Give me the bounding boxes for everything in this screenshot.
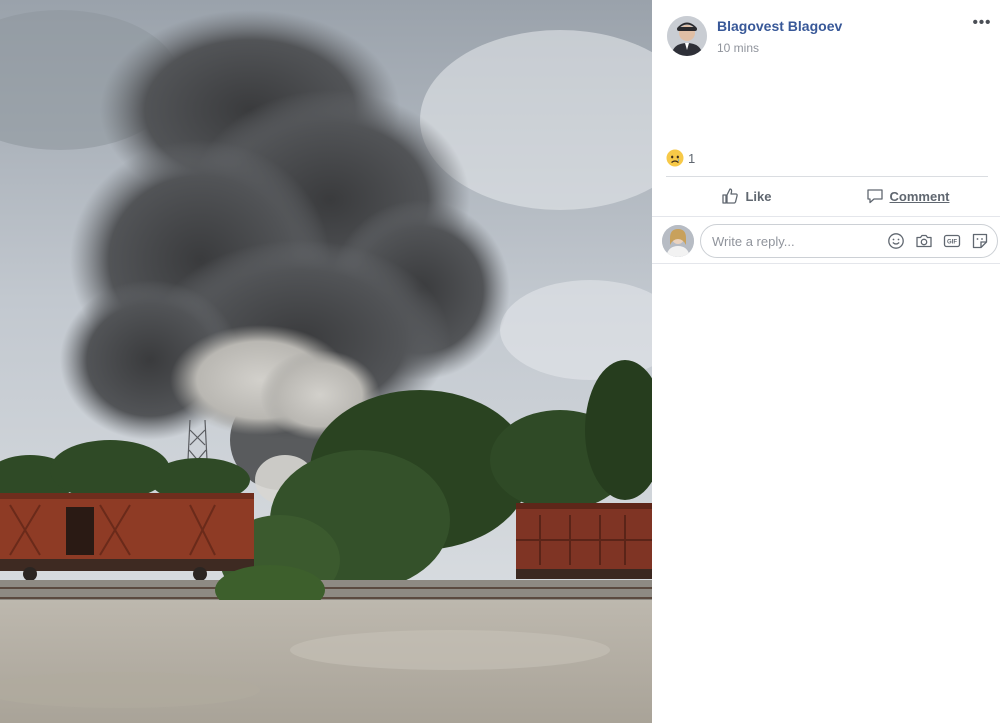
reaction-count: 1 [688,150,696,166]
photo-scene [0,0,652,723]
gif-icon[interactable]: GIF [943,232,961,250]
reply-box: GIF [700,224,998,258]
sad-reaction-icon [666,149,684,167]
reply-composer: GIF [652,216,1000,264]
author-portrait-icon [667,16,707,56]
viewer-portrait-icon [662,225,694,257]
svg-text:GIF: GIF [947,240,957,246]
viewer-avatar [662,225,694,257]
post-sidebar: Blagovest Blagoev 10 mins ••• 1 Like Com [652,0,1000,723]
divider [666,176,988,177]
more-options-button[interactable]: ••• [970,15,994,34]
post-timestamp[interactable]: 10 mins [717,41,759,55]
reply-tools: GIF [887,232,989,250]
thumbs-up-icon [722,188,739,204]
like-button[interactable]: Like [666,178,827,214]
comment-button[interactable]: Comment [827,178,988,214]
post-header: Blagovest Blagoev 10 mins ••• [667,14,997,58]
reaction-summary[interactable]: 1 [666,148,695,168]
author-name[interactable]: Blagovest Blagoev [717,18,842,34]
camera-icon[interactable] [915,232,933,250]
comment-label: Comment [889,188,950,204]
sticker-icon[interactable] [971,232,989,250]
emoji-icon[interactable] [887,232,905,250]
post-photo[interactable] [0,0,652,723]
author-avatar[interactable] [667,16,707,56]
comment-bubble-icon [866,189,883,204]
post-actions: Like Comment [666,178,988,214]
more-horizontal-icon: ••• [972,14,992,31]
like-label: Like [745,188,772,204]
reply-input[interactable] [712,225,882,257]
